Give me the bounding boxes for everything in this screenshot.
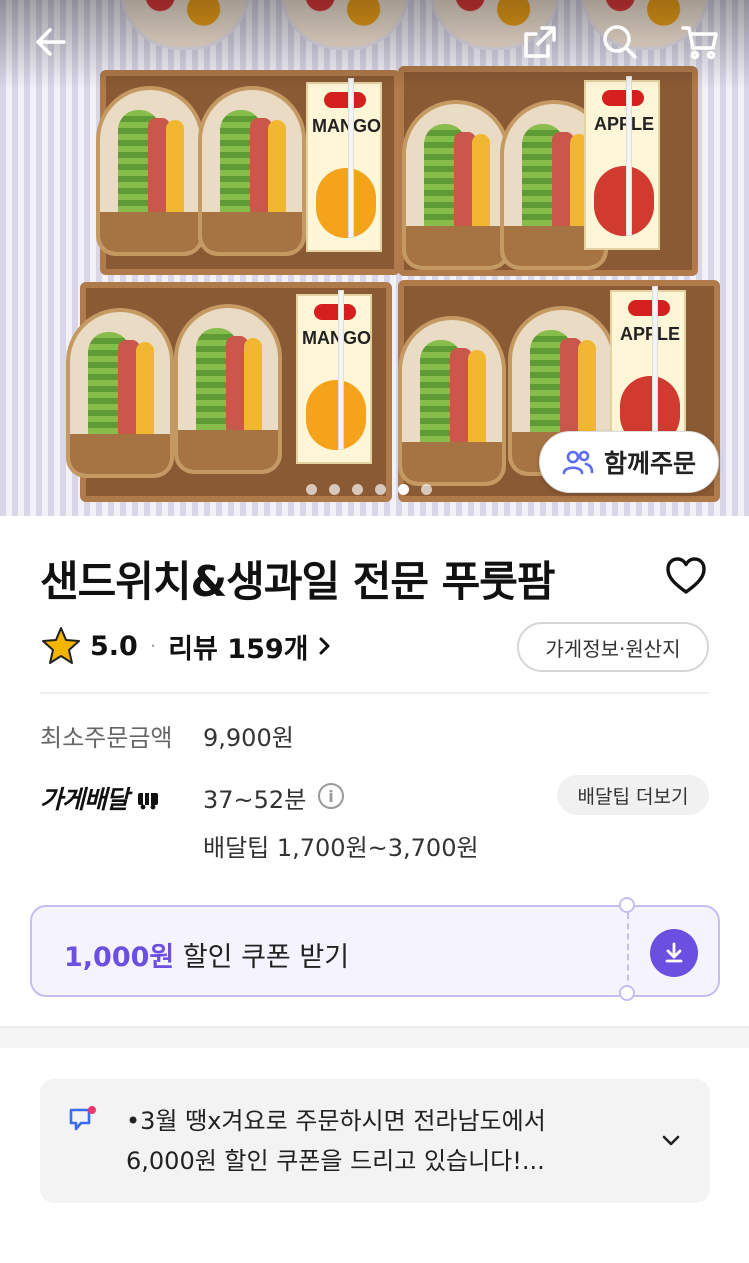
cart-button[interactable] <box>676 18 724 66</box>
store-info-origin-button[interactable]: 가게정보·원산지 <box>517 622 709 672</box>
notice-line: 6,000원 할인 쿠폰을 드리고 있습니다!... <box>126 1147 545 1175</box>
coupon-notch <box>619 897 635 913</box>
coupon-download-button[interactable] <box>650 929 698 977</box>
rating-value: 5.0 <box>90 630 138 662</box>
store-delivery-logo: 가게배달 <box>40 780 160 816</box>
sandwich-image <box>198 86 306 256</box>
carousel-indicator <box>306 484 432 495</box>
juice-box-image: APPLE <box>584 76 660 250</box>
store-title: 샌드위치&생과일 전문 푸룻팜 <box>40 557 556 606</box>
group-order-label: 함께주문 <box>603 449 696 478</box>
coupon-amount: 1,000원 <box>64 942 175 973</box>
info-icon[interactable]: i <box>318 783 344 809</box>
sandwich-image <box>66 308 174 478</box>
cart-icon <box>681 26 718 60</box>
chevron-right-icon <box>319 637 330 655</box>
megaphone-icon <box>69 1106 96 1131</box>
carousel-dot[interactable] <box>306 484 317 495</box>
coupon-divider <box>627 913 629 991</box>
sandwich-image <box>402 100 510 270</box>
divider <box>40 692 709 694</box>
lunchbox-image: APPLE <box>398 66 698 276</box>
notice-line: •3월 땡x겨요로 주문하시면 전라남도에서 <box>126 1107 546 1135</box>
sandwich-image <box>96 86 204 256</box>
coupon-text: 1,000원 할인 쿠폰 받기 <box>64 935 349 974</box>
delivery-truck-icon <box>137 793 158 810</box>
lunchbox-image: MANGO <box>96 70 400 275</box>
back-button[interactable] <box>26 18 74 66</box>
coupon-notch <box>619 985 635 1001</box>
favorite-button[interactable] <box>664 554 708 598</box>
notice-text: •3월 땡x겨요로 주문하시면 전라남도에서 6,000원 할인 쿠폰을 드리고… <box>126 1101 626 1181</box>
heart-icon <box>666 557 706 594</box>
juice-box-image: MANGO <box>296 290 372 464</box>
chevron-down-icon[interactable] <box>660 1129 682 1151</box>
sandwich-image <box>174 304 282 474</box>
download-icon <box>665 942 683 963</box>
juice-box-image: MANGO <box>306 78 382 252</box>
carousel-dot[interactable] <box>352 484 363 495</box>
share-icon <box>524 26 556 58</box>
lunchbox-image: MANGO <box>66 282 392 502</box>
back-arrow-icon <box>36 28 66 56</box>
share-button[interactable] <box>516 18 564 66</box>
review-link[interactable]: 리뷰 159개 <box>168 627 334 666</box>
carousel-dot[interactable] <box>375 484 386 495</box>
star-icon <box>42 627 80 664</box>
delivery-tip: 배달팁 1,700원~3,700원 <box>203 834 479 862</box>
group-order-button[interactable]: 함께주문 <box>539 431 719 493</box>
delivery-time: 37~52분 <box>203 786 307 814</box>
min-order-value: 9,900원 <box>203 724 294 752</box>
min-order-label: 최소주문금액 <box>40 724 173 752</box>
rating-row: 5.0 · 리뷰 159개 <box>40 620 334 672</box>
coupon-banner[interactable]: 1,000원 할인 쿠폰 받기 <box>30 897 720 1001</box>
carousel-dot[interactable] <box>421 484 432 495</box>
search-button[interactable] <box>596 18 644 66</box>
notice-banner[interactable]: •3월 땡x겨요로 주문하시면 전라남도에서 6,000원 할인 쿠폰을 드리고… <box>40 1079 710 1203</box>
people-icon <box>562 450 594 475</box>
separator-dot: · <box>149 634 157 658</box>
carousel-dot-active[interactable] <box>398 484 409 495</box>
search-icon <box>603 25 637 59</box>
carousel-dot[interactable] <box>329 484 340 495</box>
section-separator <box>0 1026 749 1048</box>
sandwich-image <box>398 316 506 486</box>
review-count: 리뷰 159개 <box>168 633 309 665</box>
coupon-label: 할인 쿠폰 받기 <box>174 942 350 973</box>
delivery-tip-more-button[interactable]: 배달팁 더보기 <box>557 775 709 815</box>
